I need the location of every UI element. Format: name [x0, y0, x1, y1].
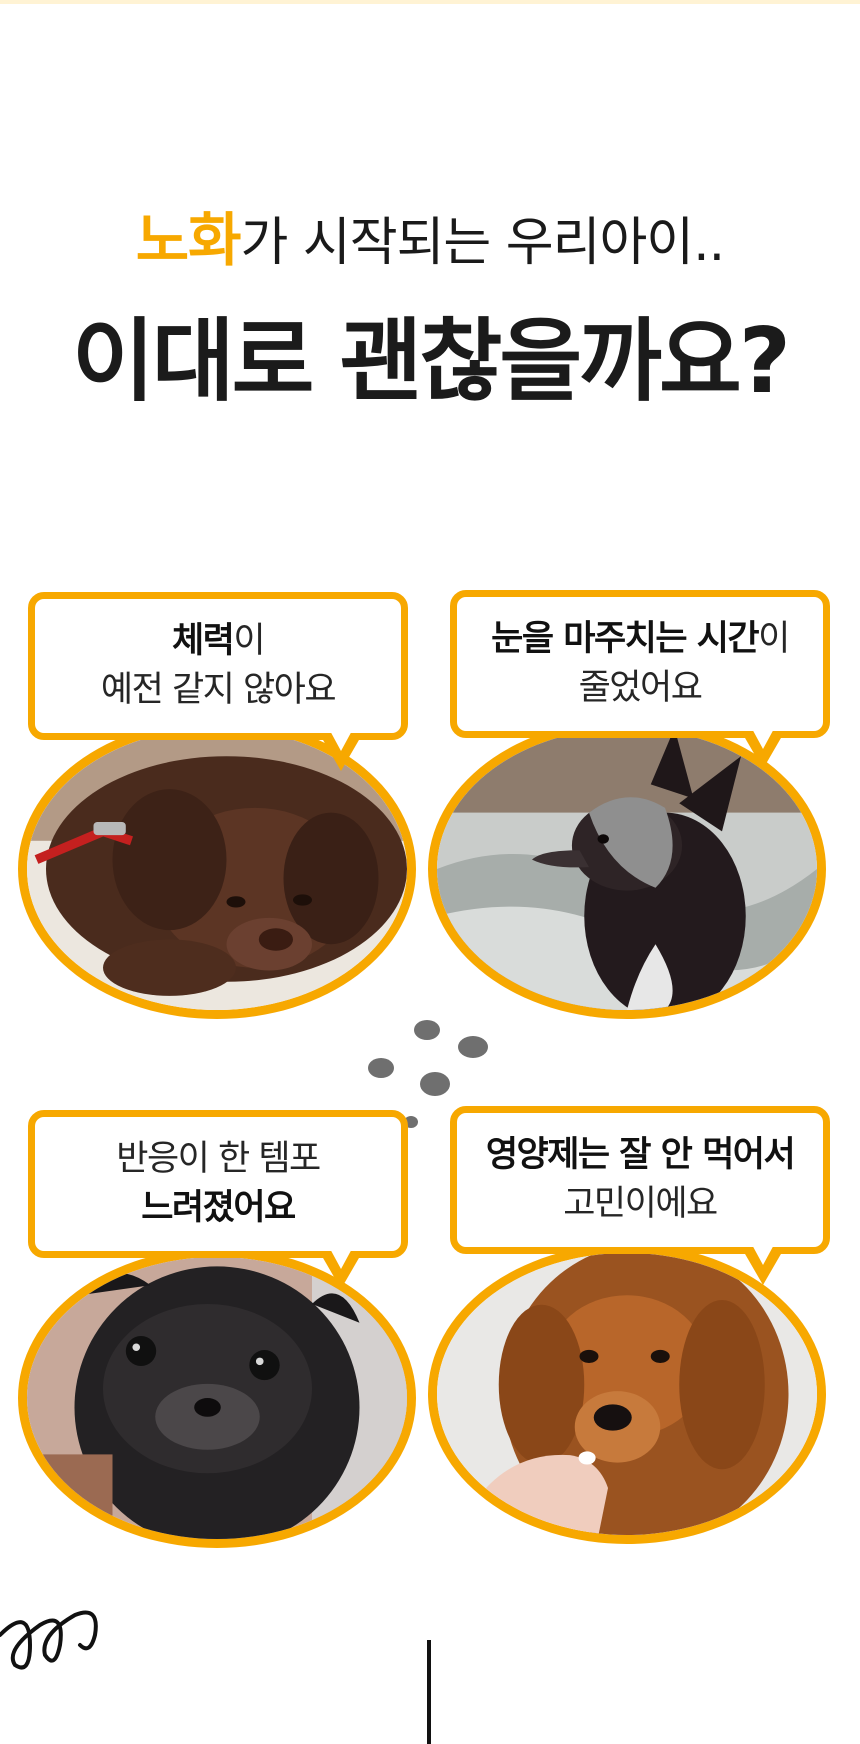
dog-photo-pug — [18, 1248, 416, 1548]
bubble-bold-text: 체력 — [171, 621, 235, 661]
headline-accent-word: 노화 — [135, 206, 242, 274]
speech-bubble: 반응이 한 템포 느려졌어요 — [28, 1110, 408, 1289]
bubble-line1: 반응이 한 템포 — [116, 1139, 321, 1179]
concern-card-reaction: 반응이 한 템포 느려졌어요 — [18, 1110, 438, 1580]
concern-card-supplement: 영양제는 잘 안 먹어서 고민이에요 — [428, 1106, 860, 1576]
crested-illustration — [437, 728, 817, 1010]
headline-line1-rest: 가 시작되는 우리아이.. — [240, 213, 726, 273]
bubble-tail — [741, 1241, 785, 1285]
speech-bubble: 영양제는 잘 안 먹어서 고민이에요 — [450, 1106, 830, 1285]
bubble-line2: 고민이에요 — [563, 1184, 718, 1224]
headline-line1: 노화가 시작되는 우리아이.. — [0, 205, 860, 278]
headline: 노화가 시작되는 우리아이.. 이대로 괜찮을까요? — [0, 205, 860, 412]
bubble-line1: 눈을 마주치는 시간이 — [491, 615, 790, 664]
dog-photo-golden — [428, 1244, 826, 1544]
speech-bubble: 눈을 마주치는 시간이 줄었어요 — [450, 590, 830, 769]
bubble-line2: 줄었어요 — [578, 668, 703, 708]
thought-dot — [458, 1036, 488, 1058]
bubble-line2: 느려졌어요 — [141, 1184, 296, 1233]
bubble-bold-text: 느려졌어요 — [141, 1188, 296, 1228]
swirl-doodle-icon — [0, 1610, 98, 1670]
bubble-line1: 영양제는 잘 안 먹어서 — [485, 1131, 796, 1180]
bubble-tail — [319, 727, 363, 771]
bubble-bold-text: 영양제는 잘 안 먹어서 — [485, 1135, 796, 1175]
bubble-tail — [319, 1245, 363, 1289]
concern-card-stamina: 체력이 예전 같지 않아요 — [18, 592, 438, 1062]
golden-dog-illustration — [437, 1253, 817, 1535]
headline-line2: 이대로 괜찮을까요? — [72, 309, 791, 414]
concern-card-eye-contact: 눈을 마주치는 시간이 줄었어요 — [428, 590, 860, 1060]
thought-dot — [368, 1058, 394, 1078]
speech-bubble: 체력이 예전 같지 않아요 — [28, 592, 408, 771]
vertical-divider-line — [427, 1640, 431, 1744]
thought-dot — [420, 1072, 450, 1096]
top-accent-strip — [0, 0, 860, 4]
bubble-tail — [741, 725, 785, 769]
bubble-line1: 체력이 — [171, 617, 266, 666]
bubble-text: 이 — [758, 619, 790, 659]
bubble-text: 이 — [233, 621, 265, 661]
bubble-line2: 예전 같지 않아요 — [100, 670, 337, 710]
pug-illustration — [27, 1257, 407, 1539]
bubble-bold-text: 눈을 마주치는 시간 — [491, 619, 759, 659]
thought-dot — [414, 1020, 440, 1040]
